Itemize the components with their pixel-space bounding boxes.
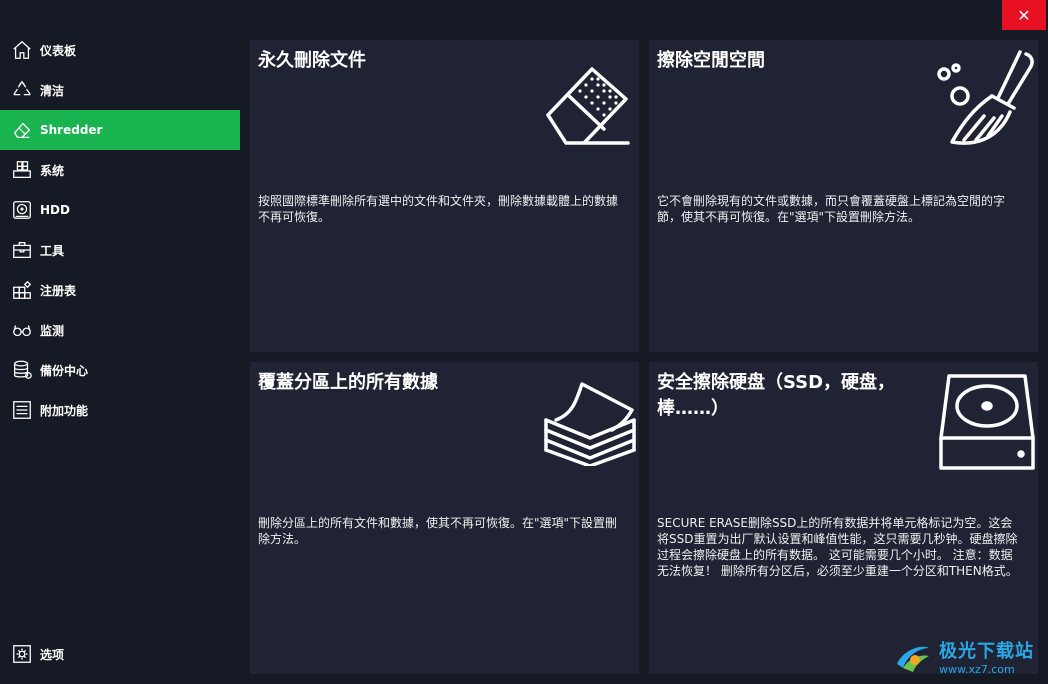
sidebar-item-registry[interactable]: 注册表 xyxy=(0,270,240,310)
sidebar-item-label: 注册表 xyxy=(40,283,77,298)
list-icon xyxy=(10,398,34,422)
sidebar-item-label: 系统 xyxy=(40,163,65,178)
sidebar-item-clean[interactable]: 清洁 xyxy=(0,70,240,110)
card-overwrite-partition[interactable]: 覆蓋分區上的所有數據 刪除分區上的所有文件和數據，使其不再可恢復。在"選項"下設… xyxy=(250,362,639,674)
card-permanent-delete[interactable]: 永久刪除文件 按照國際標準刪除所有選中的文件和文件夾，刪除數據載體上的數據不再可… xyxy=(250,40,639,352)
sidebar-item-label: 选项 xyxy=(40,647,65,662)
aurora-logo-icon xyxy=(897,646,929,672)
sidebar-item-label: Shredder xyxy=(40,123,103,137)
database-icon xyxy=(10,358,34,382)
registry-icon xyxy=(10,278,34,302)
paper-stack-icon xyxy=(542,380,638,470)
sidebar-item-addons[interactable]: 附加功能 xyxy=(0,390,240,430)
home-icon xyxy=(10,38,34,62)
watermark: 极光下载站 www.xz7.com xyxy=(893,637,1034,676)
gear-icon xyxy=(10,642,34,666)
sidebar-item-hdd[interactable]: HDD xyxy=(0,190,240,230)
card-description: 按照國際標準刪除所有選中的文件和文件夾，刪除數據載體上的數據不再可恢復。 xyxy=(258,194,619,224)
sidebar-item-label: 備份中心 xyxy=(40,363,89,378)
eraser-icon xyxy=(10,118,34,142)
sidebar-item-dashboard[interactable]: 仪表板 xyxy=(0,30,240,70)
close-icon: ✕ xyxy=(1017,5,1031,25)
sidebar-item-label: HDD xyxy=(40,203,70,217)
sidebar-item-tools[interactable]: 工具 xyxy=(0,230,240,270)
card-description: SECURE ERASE删除SSD上的所有数据并将单元格标记为空。这会将SSD重… xyxy=(657,516,1018,578)
card-wipe-free-space[interactable]: 擦除空閒空間 它不會刪除現有的文件或數據，而只會覆蓋硬盤上標記為空閒的字節，使其… xyxy=(649,40,1038,352)
sidebar-item-label: 清洁 xyxy=(40,83,65,98)
hard-drive-icon xyxy=(937,372,1037,476)
sidebar-item-label: 工具 xyxy=(40,243,65,258)
eraser-icon xyxy=(540,55,640,149)
recycle-icon xyxy=(10,78,34,102)
close-button[interactable]: ✕ xyxy=(1002,0,1046,30)
sidebar-item-system[interactable]: 系统 xyxy=(0,150,240,190)
sidebar-item-backup[interactable]: 備份中心 xyxy=(0,350,240,390)
sidebar-item-label: 附加功能 xyxy=(40,403,89,418)
sidebar-item-shredder[interactable]: Shredder xyxy=(0,110,240,150)
toolbox-icon xyxy=(10,238,34,262)
card-description: 刪除分區上的所有文件和數據，使其不再可恢復。在"選項"下設置刪除方法。 xyxy=(258,516,618,546)
glasses-icon xyxy=(10,318,34,342)
hdd-icon xyxy=(10,198,34,222)
card-description: 它不會刪除現有的文件或數據，而只會覆蓋硬盤上標記為空閒的字節，使其不再可恢復。在… xyxy=(657,194,1006,224)
sidebar-item-options[interactable]: 选项 xyxy=(0,634,240,674)
watermark-title: 极光下载站 xyxy=(939,641,1034,662)
watermark-url: www.xz7.com xyxy=(939,663,1015,676)
shredder-options: 永久刪除文件 按照國際標準刪除所有選中的文件和文件夾，刪除數據載體上的數據不再可… xyxy=(250,40,1048,674)
sidebar-item-label: 监测 xyxy=(40,323,65,338)
sidebar-item-monitor[interactable]: 监测 xyxy=(0,310,240,350)
sidebar-item-label: 仪表板 xyxy=(40,43,77,58)
card-secure-erase[interactable]: 安全擦除硬盘（SSD，硬盘，棒……） SECURE ERASE删除SSD上的所有… xyxy=(649,362,1038,674)
sidebar: 仪表板 清洁 Shredder 系统 HDD 工具 注册表 监测 備份中心 附加… xyxy=(0,30,240,684)
card-title: 安全擦除硬盘（SSD，硬盘，棒……） xyxy=(657,372,896,419)
broom-icon xyxy=(934,50,1038,154)
windows-icon xyxy=(10,158,34,182)
